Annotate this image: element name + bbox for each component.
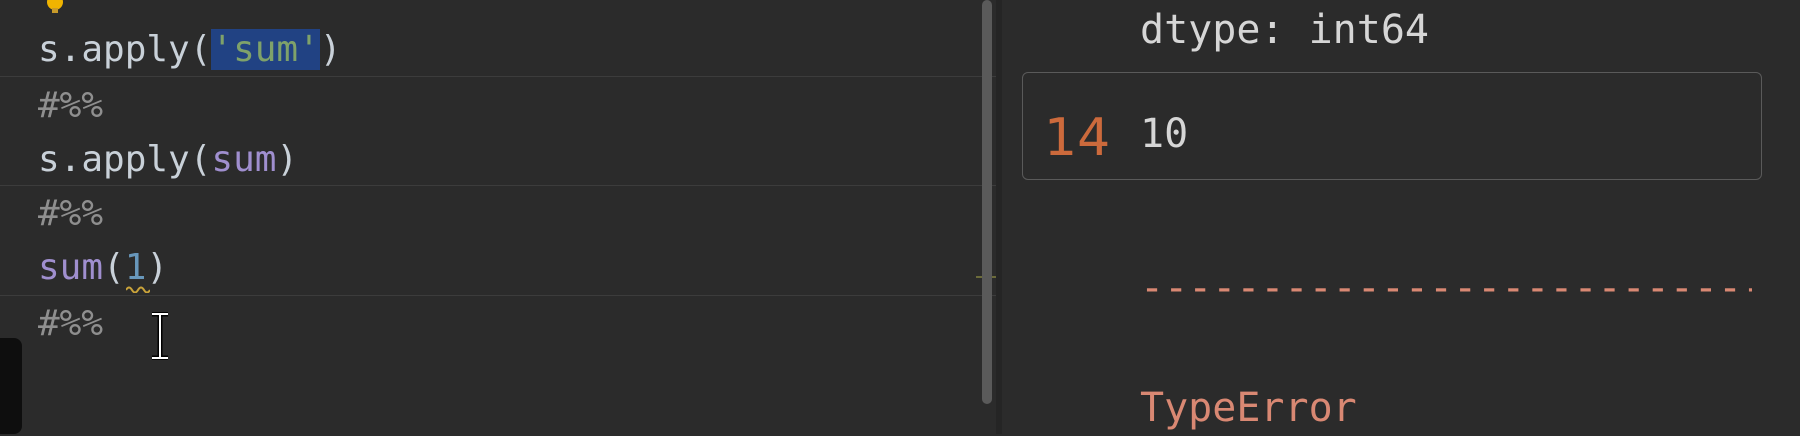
string-literal: 'sum' xyxy=(211,29,320,70)
code-token: ) xyxy=(276,139,299,180)
warning-squiggle-icon xyxy=(126,286,150,293)
cell-separator xyxy=(0,185,996,186)
cell-marker: #%% xyxy=(38,85,104,126)
cell-separator xyxy=(0,295,996,296)
code-editor[interactable]: s.apply('sum') #%% s.apply(sum) #%% sum(… xyxy=(0,0,998,434)
function-name: sum xyxy=(38,247,104,288)
cell-separator xyxy=(0,76,996,77)
number-literal: 1 xyxy=(124,247,147,288)
code-token: ) xyxy=(319,29,342,70)
text-cursor-icon xyxy=(152,312,168,360)
dtype-output: dtype: int64 xyxy=(1140,7,1429,53)
code-line[interactable]: s.apply('sum') xyxy=(38,22,341,78)
function-name: sum xyxy=(211,139,277,180)
editor-scrollbar[interactable] xyxy=(982,0,992,404)
code-line[interactable]: s.apply(sum) xyxy=(38,132,298,188)
error-rule: --------------------------- xyxy=(1140,265,1752,311)
code-token: s.apply( xyxy=(38,29,212,70)
cell-result: 10 xyxy=(1140,111,1189,157)
code-token: ) xyxy=(146,247,169,288)
output-cell xyxy=(1022,72,1762,180)
code-token: s.apply( xyxy=(38,139,212,180)
error-name: TypeError xyxy=(1140,385,1357,431)
execution-count: 14 xyxy=(1044,108,1111,168)
output-panel: dtype: int64 14 10 ---------------------… xyxy=(1002,0,1800,434)
side-panel-tab[interactable] xyxy=(0,338,22,434)
cell-marker: #%% xyxy=(38,193,104,234)
lightbulb-icon[interactable] xyxy=(46,0,64,14)
code-token: ( xyxy=(103,247,125,288)
cell-marker: #%% xyxy=(38,303,104,344)
